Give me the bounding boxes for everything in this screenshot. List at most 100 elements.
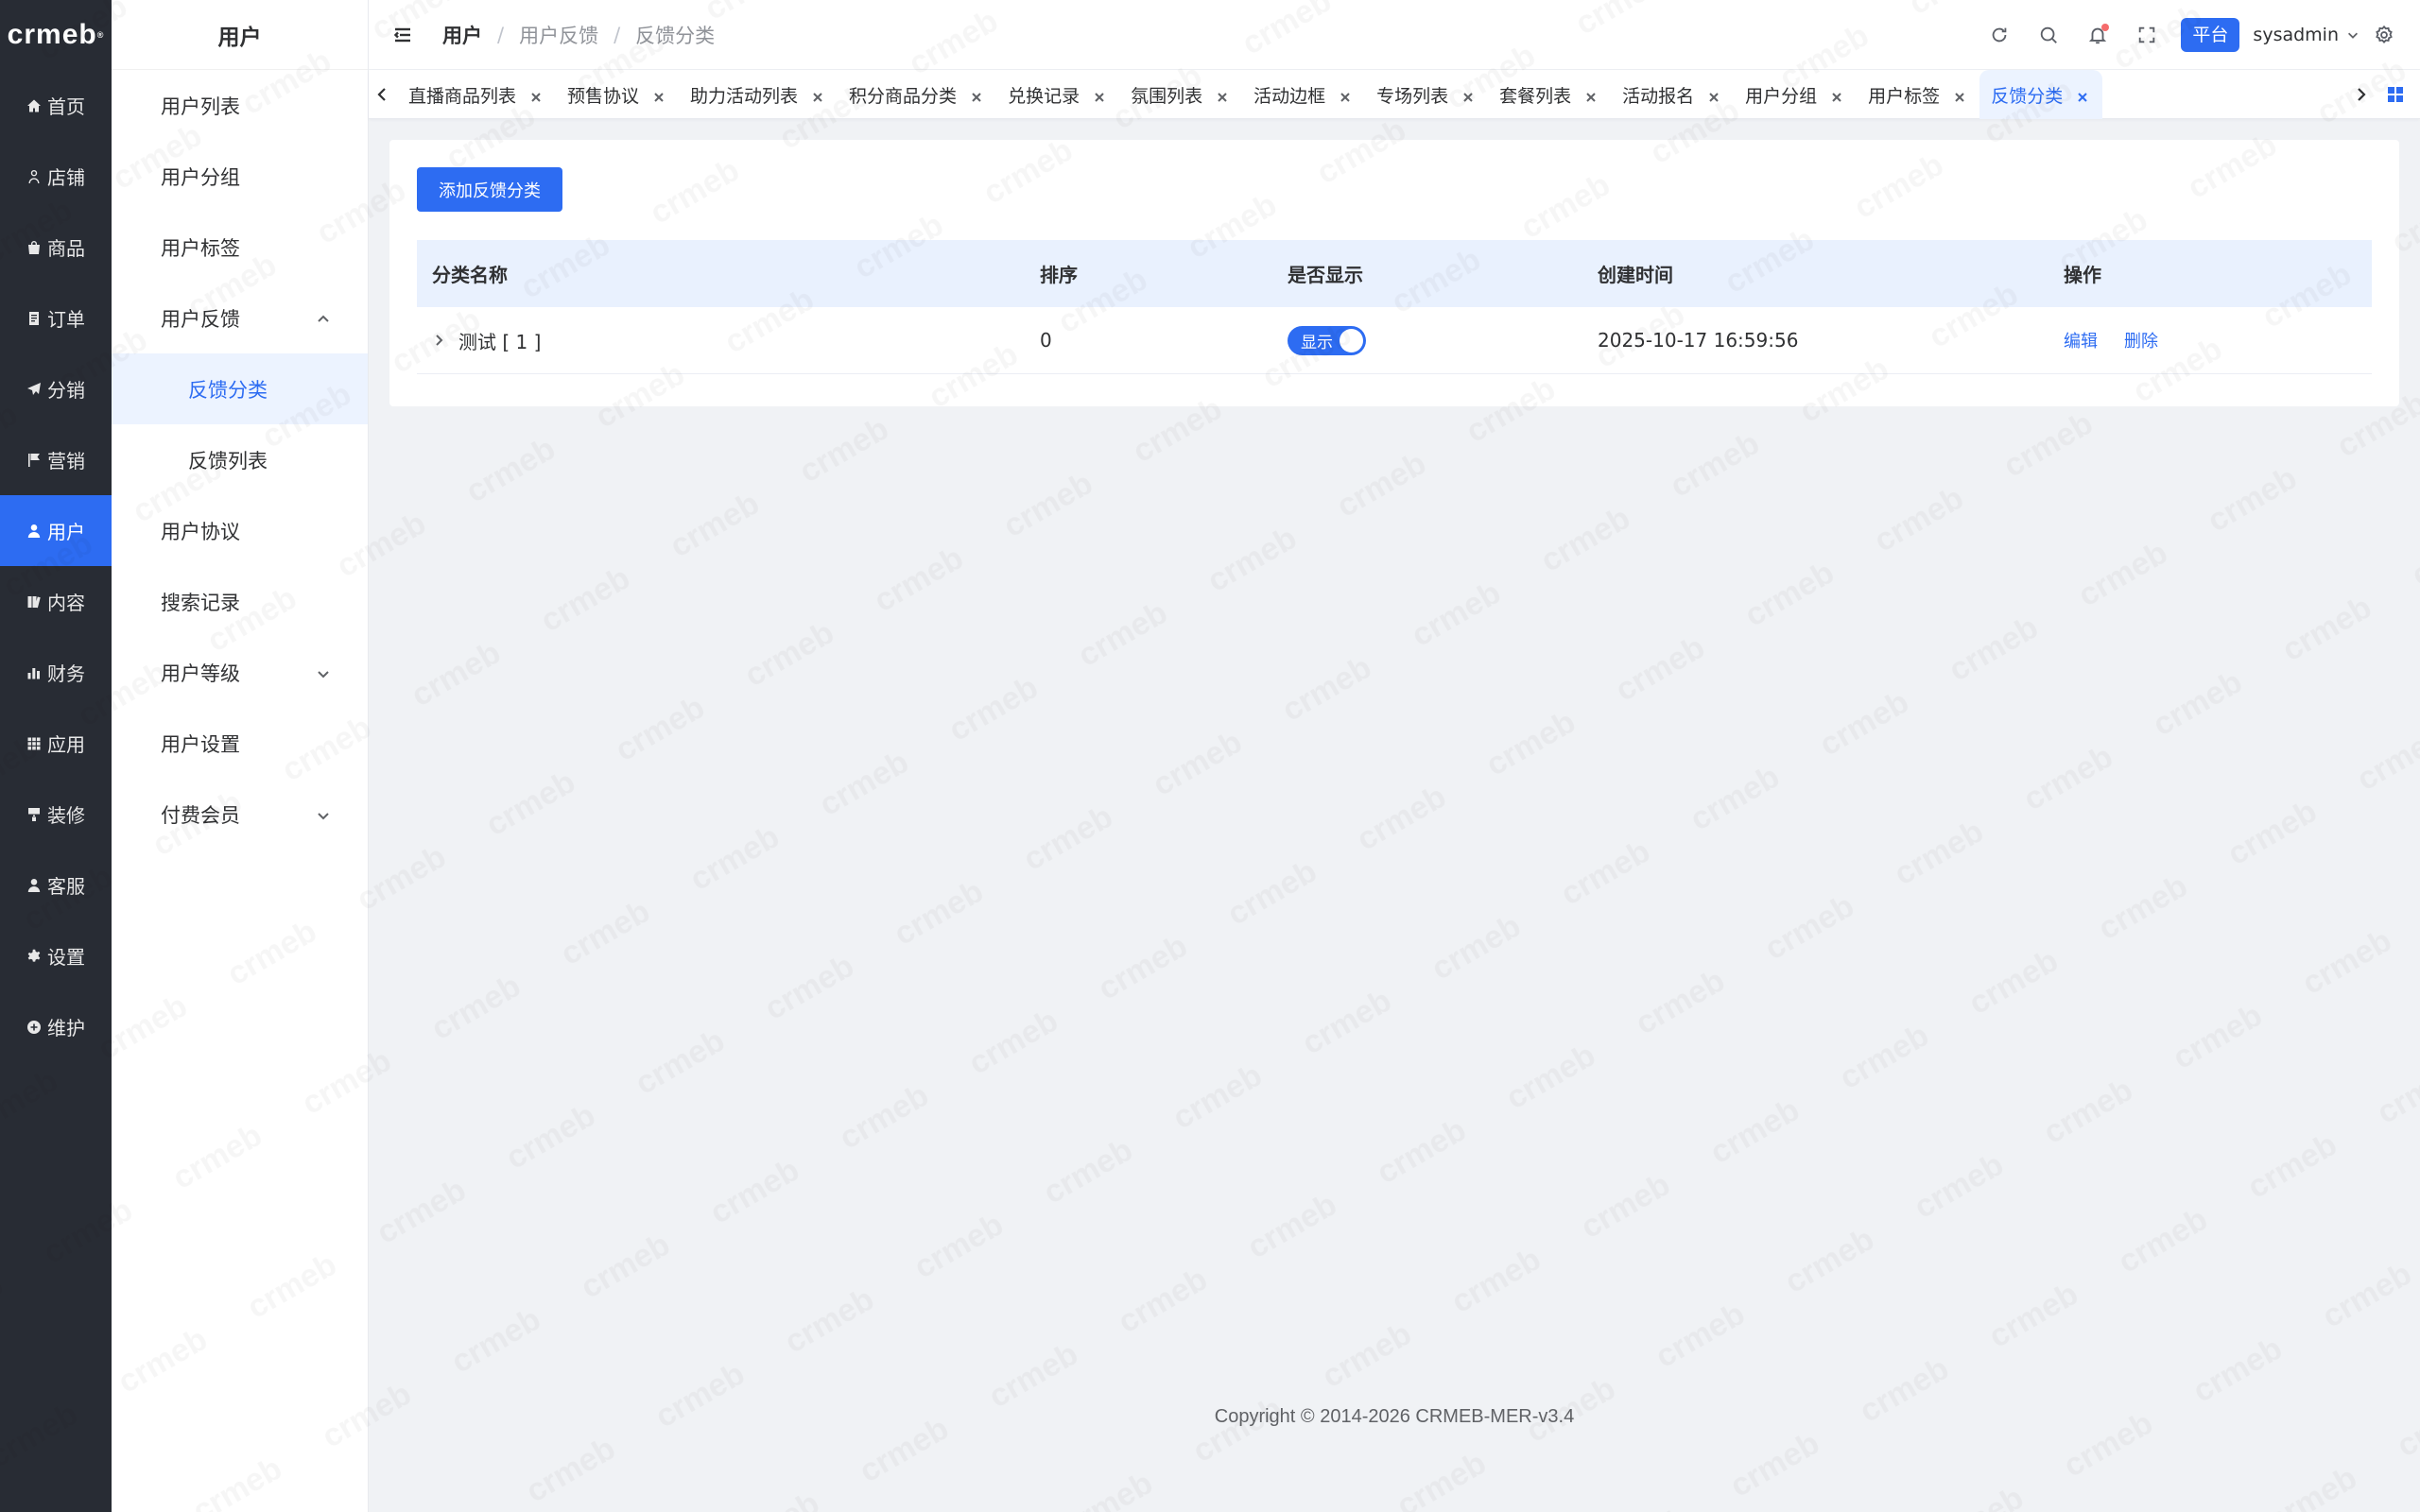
tab-label: 专场列表	[1376, 85, 1449, 107]
submenu-item[interactable]: 反馈分类	[112, 353, 368, 424]
tab-label: 活动边框	[1253, 85, 1326, 107]
submenu-item[interactable]: 付费会员	[112, 779, 368, 850]
category-table: 分类名称 排序 是否显示 创建时间 操作 测试 [ 1 ] 0 显示 2025-…	[417, 240, 2372, 374]
nav-item-label: 维护	[47, 1017, 85, 1040]
nav-item-goods[interactable]: 商品	[0, 212, 112, 283]
submenu-item[interactable]: 用户设置	[112, 708, 368, 779]
tabs-scroll-left-icon[interactable]	[369, 70, 395, 119]
tab-label: 积分商品分类	[849, 85, 958, 107]
submenu-item[interactable]: 搜索记录	[112, 566, 368, 637]
tab[interactable]: 预售协议	[556, 70, 679, 119]
search-icon[interactable]	[2024, 0, 2073, 70]
close-tab-icon[interactable]	[1339, 88, 1352, 102]
close-tab-icon[interactable]	[1584, 88, 1598, 102]
tabs-scroll-right-icon[interactable]	[2348, 70, 2375, 119]
secondary-sidebar: 用户 用户列表 用户分组 用户标签 用户反馈 反馈分类 反馈列表 用户协议 搜索记录 用户等级用…	[112, 0, 369, 1512]
column-header-created: 创建时间	[1598, 264, 1673, 286]
tab-label: 直播商品列表	[408, 85, 517, 107]
nav-item-content[interactable]: 内容	[0, 566, 112, 637]
refresh-icon[interactable]	[1975, 0, 2024, 70]
nav-item-maintain[interactable]: 维护	[0, 991, 112, 1062]
decorate-icon	[26, 807, 42, 822]
nav-item-label: 商品	[47, 237, 85, 260]
apps-icon	[26, 736, 42, 751]
tab[interactable]: 兑换记录	[996, 70, 1119, 119]
close-tab-icon[interactable]	[529, 88, 543, 102]
chevron-down-icon	[315, 806, 332, 823]
submenu-item[interactable]: 用户标签	[112, 212, 368, 283]
close-tab-icon[interactable]	[652, 88, 666, 102]
breadcrumb: 用户 / 用户反馈 / 反馈分类	[442, 21, 715, 49]
submenu-item[interactable]: 反馈列表	[112, 424, 368, 495]
tab[interactable]: 直播商品列表	[397, 70, 556, 119]
nav-item-label: 店铺	[47, 166, 85, 189]
nav-item-label: 分销	[47, 379, 85, 402]
tab[interactable]: 套餐列表	[1488, 70, 1611, 119]
user-menu[interactable]: sysadmin	[2253, 25, 2360, 45]
nav-item-service[interactable]: 客服	[0, 850, 112, 920]
tabs-menu-grid-icon[interactable]	[2378, 70, 2412, 119]
show-toggle-switch[interactable]: 显示	[1288, 325, 1366, 355]
crmeb-logo[interactable]: crmeb ®	[0, 0, 112, 70]
close-tab-icon[interactable]	[1216, 88, 1229, 102]
platform-badge[interactable]: 平台	[2181, 18, 2240, 52]
submenu-item-label: 反馈分类	[188, 378, 268, 402]
nav-item-gear[interactable]: 设置	[0, 920, 112, 991]
fullscreen-icon[interactable]	[2122, 0, 2171, 70]
nav-item-decorate[interactable]: 装修	[0, 779, 112, 850]
close-tab-icon[interactable]	[811, 88, 824, 102]
switch-label: 显示	[1301, 333, 1333, 352]
nav-item-order[interactable]: 订单	[0, 283, 112, 353]
tab[interactable]: 助力活动列表	[679, 70, 838, 119]
maintain-icon	[26, 1020, 42, 1035]
breadcrumb-item-feedback[interactable]: 用户反馈	[519, 21, 598, 49]
nav-item-label: 财务	[47, 662, 85, 685]
logo-mark: ®	[96, 30, 105, 40]
category-name: 测试 [ 1 ]	[458, 330, 542, 353]
expand-row-icon[interactable]	[432, 333, 447, 348]
breadcrumb-item-user[interactable]: 用户	[442, 21, 482, 49]
add-feedback-category-button[interactable]: 添加反馈分类	[417, 167, 562, 212]
tab-label: 用户分组	[1745, 85, 1818, 107]
tab[interactable]: 活动边框	[1242, 70, 1365, 119]
user-icon	[26, 524, 42, 539]
close-tab-icon[interactable]	[2076, 88, 2089, 102]
nav-item-shop[interactable]: 店铺	[0, 141, 112, 212]
submenu-item[interactable]: 用户列表	[112, 70, 368, 141]
breadcrumb-item-current: 反馈分类	[635, 24, 716, 47]
nav-item-apps[interactable]: 应用	[0, 708, 112, 779]
tab[interactable]: 活动报名	[1611, 70, 1734, 119]
breadcrumb-separator: /	[614, 23, 621, 46]
close-tab-icon[interactable]	[1953, 88, 1966, 102]
nav-item-user[interactable]: 用户	[0, 495, 112, 566]
tab[interactable]: 积分商品分类	[838, 70, 996, 119]
cell-actions: 编辑 删除	[2064, 328, 2372, 352]
tab-label: 兑换记录	[1008, 85, 1080, 107]
edit-link[interactable]: 编辑	[2064, 328, 2098, 352]
tab-label: 用户标签	[1868, 85, 1941, 107]
tab[interactable]: 用户分组	[1734, 70, 1857, 119]
submenu-item[interactable]: 用户分组	[112, 141, 368, 212]
submenu-item[interactable]: 用户反馈	[112, 283, 368, 353]
close-tab-icon[interactable]	[1830, 88, 1843, 102]
submenu-item[interactable]: 用户等级	[112, 637, 368, 708]
switch-knob	[1340, 328, 1363, 352]
close-tab-icon[interactable]	[970, 88, 983, 102]
settings-gear-icon[interactable]	[2360, 0, 2409, 70]
close-tab-icon[interactable]	[1707, 88, 1720, 102]
tab[interactable]: 氛围列表	[1119, 70, 1242, 119]
notification-bell-icon[interactable]	[2073, 0, 2122, 70]
tab[interactable]: 反馈分类	[1979, 70, 2103, 119]
collapse-menu-icon[interactable]	[391, 23, 416, 47]
nav-item-flag[interactable]: 营销	[0, 424, 112, 495]
nav-item-home[interactable]: 首页	[0, 70, 112, 141]
tab[interactable]: 专场列表	[1365, 70, 1488, 119]
nav-item-finance[interactable]: 财务	[0, 637, 112, 708]
delete-link[interactable]: 删除	[2124, 328, 2158, 352]
primary-sidebar: crmeb ® 首页店铺商品订单分销营销 用户 内容财务应用 装修 客服 设置维护	[0, 0, 112, 1512]
nav-item-share[interactable]: 分销	[0, 353, 112, 424]
close-tab-icon[interactable]	[1461, 88, 1475, 102]
close-tab-icon[interactable]	[1093, 88, 1106, 102]
submenu-item[interactable]: 用户协议	[112, 495, 368, 566]
tab[interactable]: 用户标签	[1857, 70, 1979, 119]
